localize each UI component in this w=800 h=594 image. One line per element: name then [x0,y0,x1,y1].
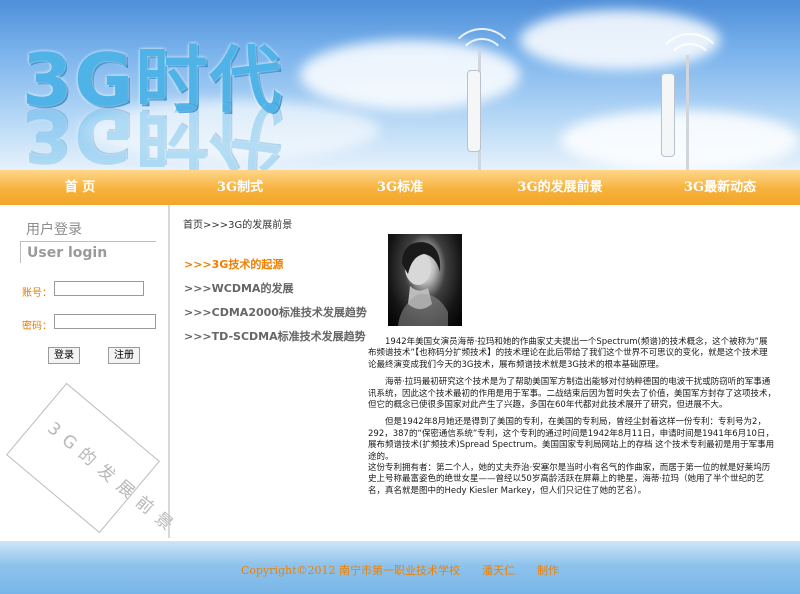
article-paragraph: 展布频谱技术(扩频技术)Spread Spectrum。美国国家专利局网站上的存… [368,440,775,462]
article-body: 1942年美国女演员海蒂·拉玛和她的作曲家丈夫提出一个Spectrum(频谱)的… [368,337,776,503]
menu-item-wcdma[interactable]: >>>WCDMA的发展 [184,280,293,296]
antenna-tower-icon [440,20,520,170]
header-banner: 3G时代 3G时代 [0,0,800,170]
password-label: 密码： [22,321,52,332]
footer-copyright: Copyright©2012 南宁市第一职业技术学校 潘天仁 制作 [240,564,560,577]
login-subtitle: User login [27,245,108,261]
article-paragraph: 但是1942年8月她还是得到了美国的专利，在美国的专利局，曾经尘封着这样一份专利… [368,417,774,439]
site-logo: 3G时代 3G时代 [22,40,283,170]
antenna-tower-icon [648,25,728,170]
password-input[interactable] [54,314,156,329]
nav-item-3g-news[interactable]: 3G最新动态 [640,170,800,205]
breadcrumb: 首页>>>3G的发展前景 [183,220,293,231]
main-nav: 首 页 3G制式 3G标准 3G的发展前景 3G最新动态 [0,170,800,205]
login-title: 用户登录 [26,222,82,238]
nav-item-3g-standards[interactable]: 3G标准 [320,170,480,205]
article-photo [388,234,462,326]
portrait-photo [398,242,448,326]
article-paragraph: 这份专利拥有者：第二个人，她的丈夫乔治·安塞尔是当时小有名气的作曲家，而居于第一… [368,463,771,496]
footer: Copyright©2012 南宁市第一职业技术学校 潘天仁 制作 [0,541,800,594]
article-paragraph: 1942年美国女演员海蒂·拉玛和她的作曲家丈夫提出一个Spectrum(频谱)的… [368,337,768,370]
register-button[interactable]: 注册 [108,347,140,364]
account-label: 账号： [22,288,52,299]
nav-item-3g-prospects[interactable]: 3G的发展前景 [480,170,640,205]
login-divider [20,241,156,242]
menu-item-cdma2000[interactable]: >>>CDMA2000标准技术发展趋势 [184,304,367,320]
nav-item-home[interactable]: 首 页 [0,170,160,205]
menu-item-td-scdma[interactable]: >>>TD-SCDMA标准技术发展趋势 [184,328,366,344]
menu-item-3g-origin[interactable]: >>>3G技术的起源 [184,256,283,272]
nav-item-3g-standards-system[interactable]: 3G制式 [160,170,320,205]
stamp-text: 3G的发展前景 [43,418,183,540]
login-sidebar: 用户登录 User login 账号： 密码： 登录 注册 3G的发展前景 [0,205,183,540]
decorative-stamp: 3G的发展前景 [6,382,183,540]
article-paragraph: 海蒂·拉玛最初研究这个技术是为了帮助美国军方制造出能够对付纳粹德国的电波干扰或防… [368,377,777,411]
login-button[interactable]: 登录 [48,347,80,364]
site-logo-reflection: 3G时代 [22,94,284,170]
login-divider-vertical [20,241,21,263]
account-input[interactable] [54,281,144,296]
